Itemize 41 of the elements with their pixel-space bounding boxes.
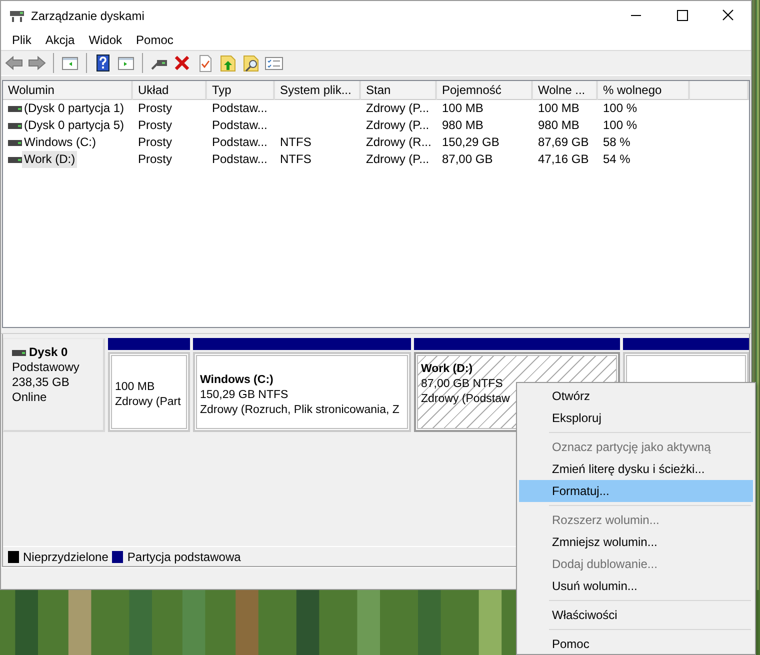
table-cell-text: 100 MB [537,100,580,117]
table-cell-text: Prosty [137,117,174,134]
table-cell-text: Zdrowy (P... [365,117,430,134]
table-cell-text: Zdrowy (R... [365,134,432,151]
partition-status: Zdrowy (Rozruch, Plik stronicowania, Z [200,402,400,418]
table-cell-text: Podstaw... [211,100,268,117]
table-cell-text: NTFS [279,134,312,151]
table-cell-text: Podstaw... [211,117,268,134]
disk-size: 238,35 GB [12,375,70,390]
partition-name: Windows (C:) [200,372,274,388]
table-cell-text: 47,16 GB [537,151,590,168]
table-cell-text: Podstaw... [211,151,268,168]
table-cell-text: Prosty [137,151,174,168]
table-cell-text: NTFS [279,151,312,168]
partition-size: 87,00 GB NTFS [421,377,503,392]
partition-size: 100 MB [115,380,155,395]
table-cell-text: 980 MB [441,117,484,134]
table-cell-text: 150,29 GB [441,134,500,151]
table-cell-text: 100 % [602,100,638,117]
table-cell-text: Zdrowy (P... [365,100,430,117]
table-cell-text: Podstaw... [211,134,268,151]
disk-name: Dysk 0 [29,345,68,360]
table-cell-text: 980 MB [537,117,580,134]
table-cell-text: 54 % [602,151,632,168]
disk-type: Podstawowy [12,360,80,375]
table-cell-text: 100 MB [441,100,484,117]
partition-name: Work (D:) [421,362,473,377]
partition-size: 150,29 GB NTFS [200,388,288,402]
legend-label: Partycja podstawowa [127,550,241,564]
table-cell-text: 87,69 GB [537,134,590,151]
table-cell-text: 58 % [602,134,632,151]
window-title: Zarządzanie dyskami [31,8,146,22]
table-cell-text: 100 % [602,117,638,134]
table-cell-text: Prosty [137,100,174,117]
partition-status: Zdrowy (Part [115,395,181,410]
legend-label: Nieprzydzielone [23,550,108,564]
table-cell-text: Zdrowy (P... [365,151,430,168]
partition-status: Zdrowy (Podstaw [421,392,510,407]
table-cell-text: Prosty [137,134,174,151]
table-cell-text: 87,00 GB [441,151,494,168]
disk-status: Online [12,390,48,405]
